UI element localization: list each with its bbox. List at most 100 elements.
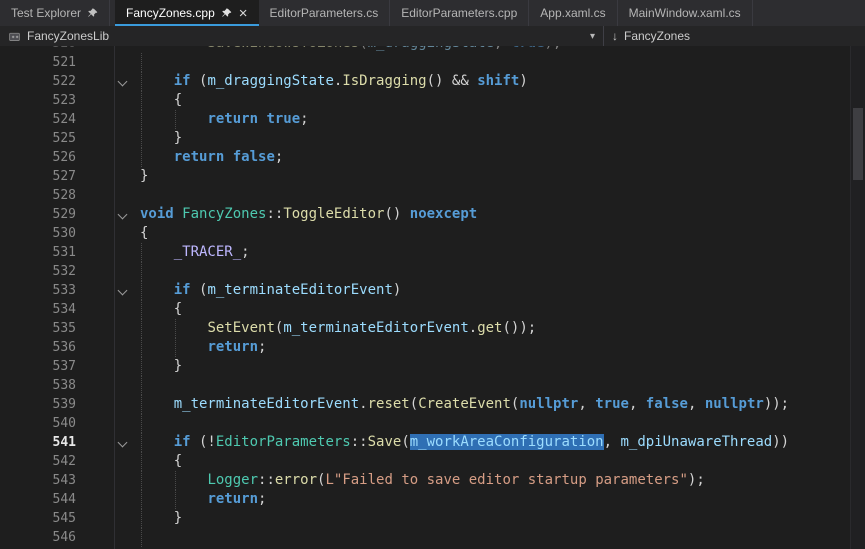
- fold-chevron-icon[interactable]: [118, 438, 128, 448]
- tab-editorparameters-cs[interactable]: EditorParameters.cs: [259, 0, 391, 26]
- code-text: if (!EditorParameters::Save(m_workAreaCo…: [140, 433, 789, 452]
- code-line[interactable]: 541 if (!EditorParameters::Save(m_workAr…: [0, 433, 865, 452]
- line-number: 533: [0, 281, 76, 300]
- code-text: void FancyZones::ToggleEditor() noexcept: [140, 205, 477, 224]
- close-icon[interactable]: ×: [239, 6, 248, 21]
- code-line[interactable]: 536 return;: [0, 338, 865, 357]
- code-line[interactable]: 545 }: [0, 509, 865, 528]
- code-line[interactable]: 527}: [0, 167, 865, 186]
- project-name: FancyZonesLib: [27, 29, 109, 43]
- code-line[interactable]: 534 {: [0, 300, 865, 319]
- code-line[interactable]: 529 void FancyZones::ToggleEditor() noexc…: [0, 205, 865, 224]
- line-number: 522: [0, 72, 76, 91]
- tab-label: FancyZones.cpp: [126, 6, 215, 20]
- line-number: 530: [0, 224, 76, 243]
- tab-editorparameters-cpp[interactable]: EditorParameters.cpp: [390, 0, 529, 26]
- line-number: 544: [0, 490, 76, 509]
- tab-test-explorer[interactable]: Test Explorer: [0, 0, 110, 26]
- line-number: 529: [0, 205, 76, 224]
- code-line[interactable]: 543 Logger::error(L"Failed to save edito…: [0, 471, 865, 490]
- line-number: 532: [0, 262, 76, 281]
- code-line[interactable]: 540: [0, 414, 865, 433]
- code-line[interactable]: 524 return true;: [0, 110, 865, 129]
- code-editor[interactable]: 520 SaveWindowsToZones(m_draggingState, …: [0, 46, 865, 549]
- code-line[interactable]: 532: [0, 262, 865, 281]
- line-number: 538: [0, 376, 76, 395]
- tab-app-xaml-cs[interactable]: App.xaml.cs: [529, 0, 617, 26]
- code-line[interactable]: 522 if (m_draggingState.IsDragging() && …: [0, 72, 865, 91]
- code-line[interactable]: 539 m_terminateEditorEvent.reset(CreateE…: [0, 395, 865, 414]
- code-line[interactable]: 533 if (m_terminateEditorEvent): [0, 281, 865, 300]
- fold-chevron-icon[interactable]: [118, 210, 128, 220]
- code-text: m_terminateEditorEvent.reset(CreateEvent…: [140, 395, 789, 414]
- code-text: {: [140, 91, 182, 110]
- line-number: 536: [0, 338, 76, 357]
- tab-label: EditorParameters.cpp: [401, 6, 517, 20]
- code-text: _TRACER_;: [140, 243, 250, 262]
- indent-guide: [141, 528, 142, 547]
- code-line[interactable]: 537 }: [0, 357, 865, 376]
- project-icon: [8, 30, 21, 43]
- project-dropdown[interactable]: FancyZonesLib ▾: [0, 26, 603, 46]
- line-number: 540: [0, 414, 76, 433]
- line-number: 543: [0, 471, 76, 490]
- line-number: 525: [0, 129, 76, 148]
- chevron-down-icon: ▾: [590, 31, 595, 42]
- line-number: 535: [0, 319, 76, 338]
- code-line[interactable]: 528: [0, 186, 865, 205]
- scrollbar-thumb[interactable]: [853, 108, 863, 180]
- code-line[interactable]: 530{: [0, 224, 865, 243]
- code-area: 520 SaveWindowsToZones(m_draggingState, …: [0, 46, 865, 547]
- code-line[interactable]: 521: [0, 53, 865, 72]
- line-number: 539: [0, 395, 76, 414]
- indent-guide: [141, 262, 142, 281]
- code-text: return;: [140, 338, 266, 357]
- code-text: }: [140, 357, 182, 376]
- line-number: 521: [0, 53, 76, 72]
- fold-chevron-icon[interactable]: [118, 77, 128, 87]
- tab-label: App.xaml.cs: [540, 6, 605, 20]
- code-line[interactable]: 542 {: [0, 452, 865, 471]
- indent-guide: [141, 414, 142, 433]
- member-dropdown[interactable]: ↓ FancyZones: [604, 26, 865, 46]
- indent-guide: [141, 53, 142, 72]
- line-number: 545: [0, 509, 76, 528]
- fold-chevron-icon[interactable]: [118, 286, 128, 296]
- code-text: Logger::error(L"Failed to save editor st…: [140, 471, 705, 490]
- vertical-scrollbar[interactable]: [850, 46, 865, 549]
- pin-icon[interactable]: [221, 8, 232, 19]
- code-text: SaveWindowsToZones(m_draggingState, true…: [140, 46, 561, 53]
- code-text: SetEvent(m_terminateEditorEvent.get());: [140, 319, 536, 338]
- line-number: 520: [0, 46, 76, 53]
- line-number: 541: [0, 433, 76, 452]
- line-number: 534: [0, 300, 76, 319]
- tab-fancyzones-cpp[interactable]: FancyZones.cpp ×: [115, 0, 258, 26]
- code-text: return;: [140, 490, 266, 509]
- tab-label: EditorParameters.cs: [270, 6, 379, 20]
- code-text: if (m_draggingState.IsDragging() && shif…: [140, 72, 528, 91]
- code-text: {: [140, 452, 182, 471]
- code-text: }: [140, 167, 148, 186]
- line-number: 527: [0, 167, 76, 186]
- pin-icon[interactable]: [87, 8, 98, 19]
- code-text: }: [140, 129, 182, 148]
- code-line[interactable]: 523 {: [0, 91, 865, 110]
- line-number: 523: [0, 91, 76, 110]
- member-name: FancyZones: [624, 29, 690, 43]
- tab-mainwindow-xaml-cs[interactable]: MainWindow.xaml.cs: [618, 0, 753, 26]
- line-number: 537: [0, 357, 76, 376]
- code-line[interactable]: 546: [0, 528, 865, 547]
- code-line[interactable]: 531 _TRACER_;: [0, 243, 865, 262]
- code-line[interactable]: 538: [0, 376, 865, 395]
- line-number: 528: [0, 186, 76, 205]
- code-line[interactable]: 526 return false;: [0, 148, 865, 167]
- code-line[interactable]: 520 SaveWindowsToZones(m_draggingState, …: [0, 46, 865, 53]
- code-line[interactable]: 525 }: [0, 129, 865, 148]
- code-line[interactable]: 544 return;: [0, 490, 865, 509]
- down-arrow-icon: ↓: [612, 29, 618, 43]
- line-number: 524: [0, 110, 76, 129]
- code-text: }: [140, 509, 182, 528]
- line-number: 542: [0, 452, 76, 471]
- line-number: 531: [0, 243, 76, 262]
- code-line[interactable]: 535 SetEvent(m_terminateEditorEvent.get(…: [0, 319, 865, 338]
